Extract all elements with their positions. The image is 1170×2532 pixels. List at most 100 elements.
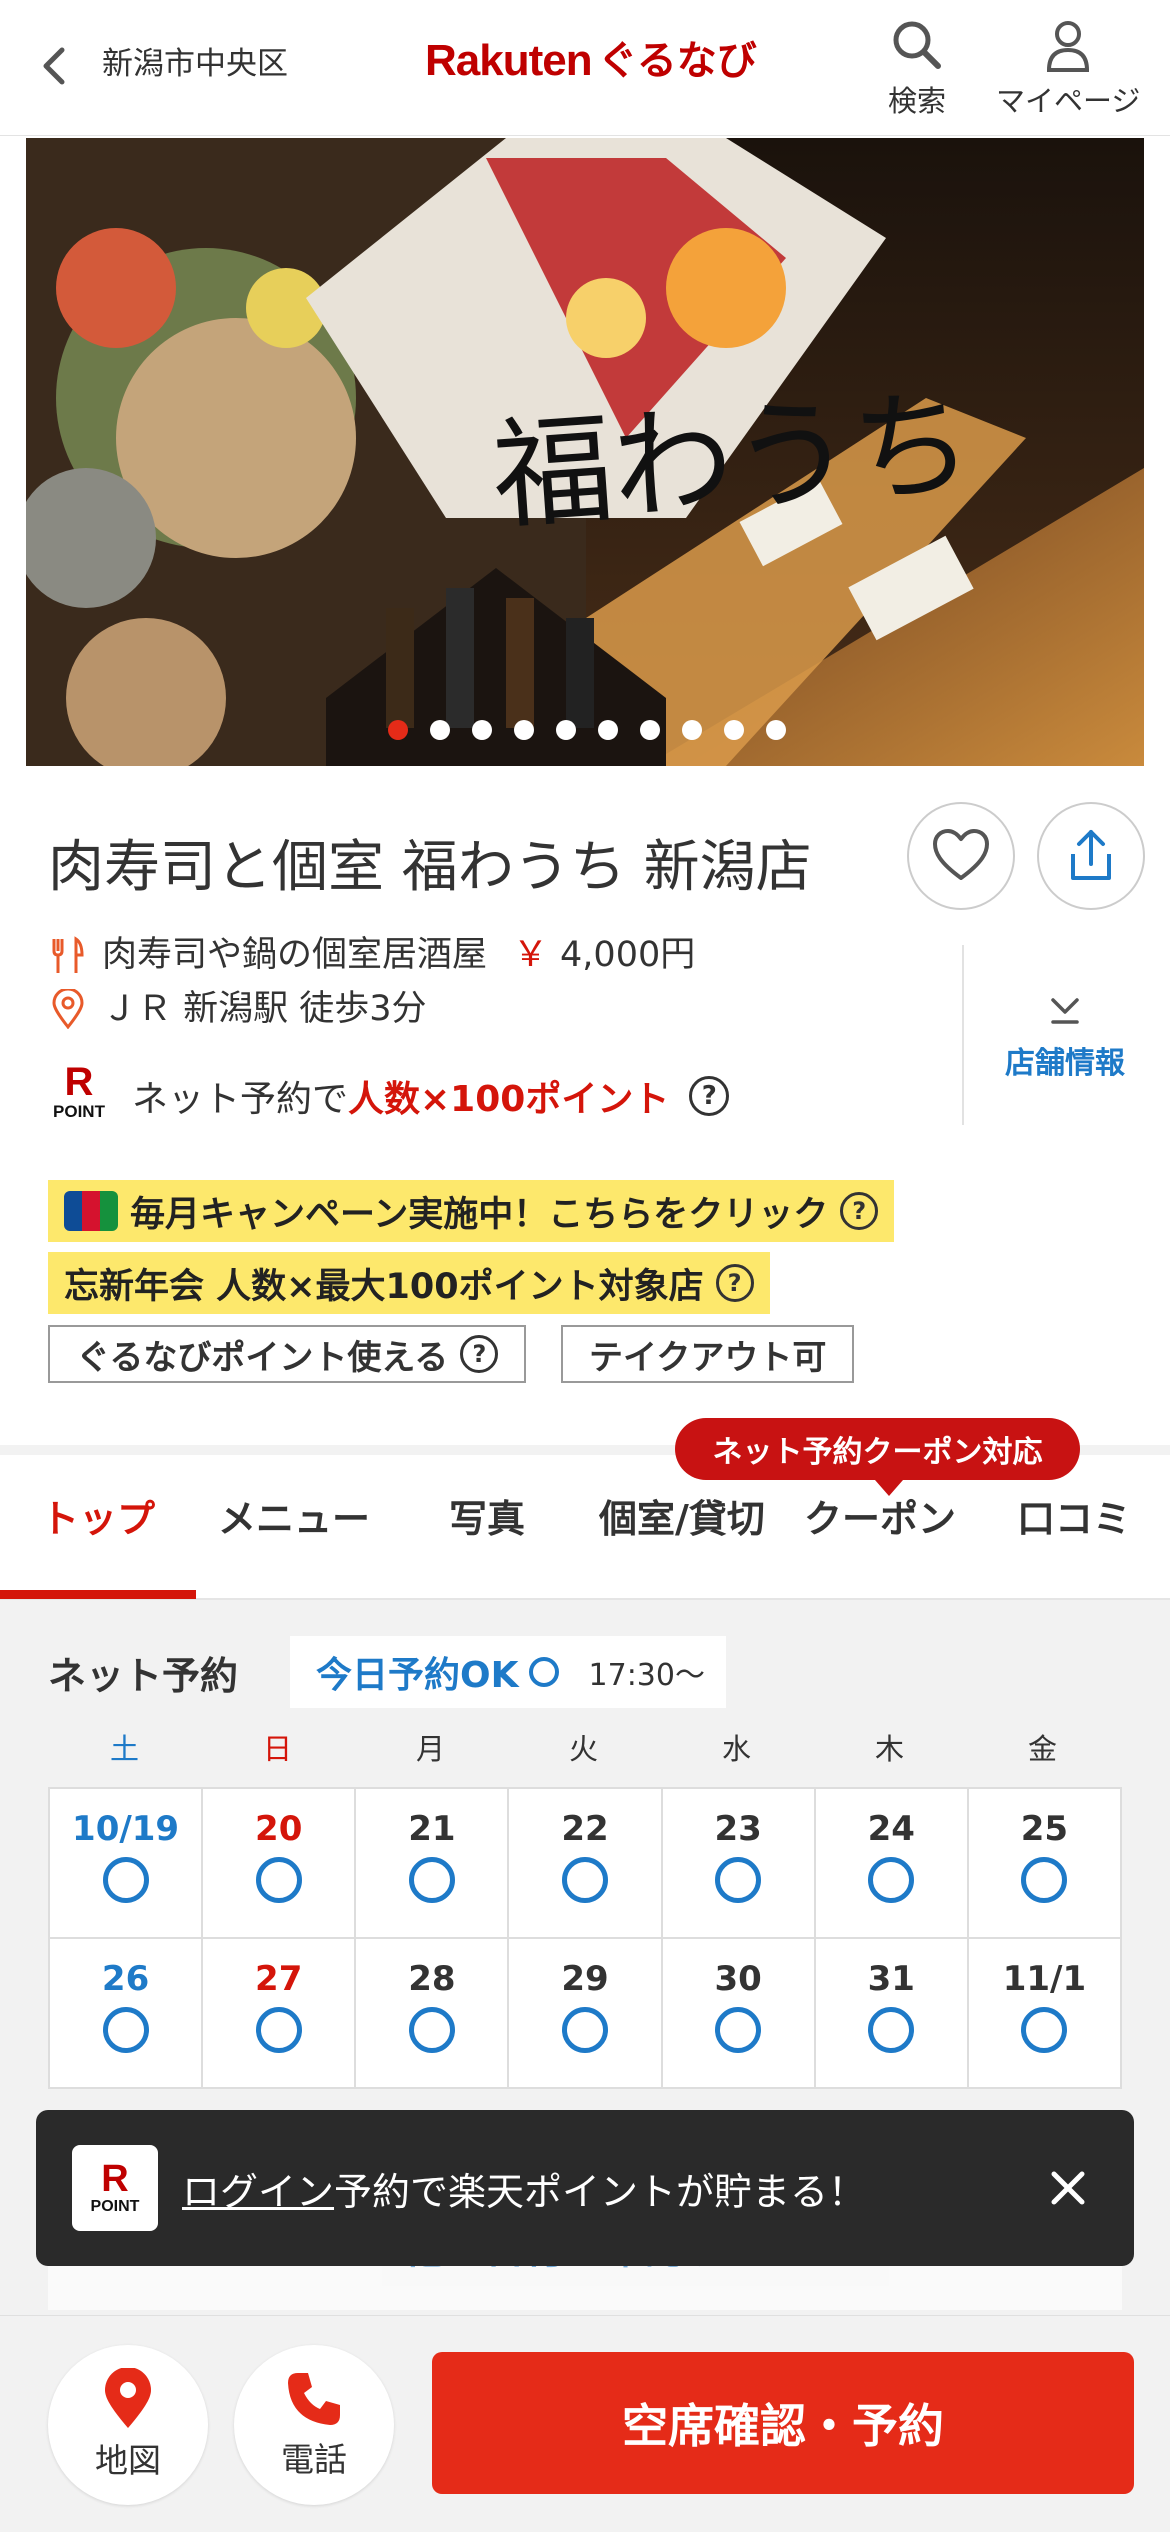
login-link[interactable]: ログイン [182,2170,334,2214]
available-icon [255,1857,302,1903]
today-ok-label: 今日予約OK [316,1655,519,1696]
carousel-dot[interactable] [766,720,786,740]
carousel-dot[interactable] [514,720,534,740]
calendar-day[interactable]: 10/19 [50,1789,202,1937]
tab-private-rooms[interactable]: 個室/貸切 [582,1488,782,1543]
photo-carousel[interactable]: 福わうち [26,138,1144,766]
calendar-day[interactable]: 23 [662,1789,814,1937]
date-label: 22 [561,1809,609,1849]
shop-name: 肉寿司と個室 福わうち 新潟店 [48,835,812,900]
carousel-dot[interactable] [598,720,618,740]
carousel-dot[interactable] [724,720,744,740]
user-icon [1047,21,1090,72]
bonenkai-label: 忘新年会 人数×最大100ポイント対象店 [64,1266,704,1307]
phone-icon [288,2373,340,2425]
gurunavi-point-tag[interactable]: ぐるなびポイント使える ? [48,1325,527,1383]
weekday-tue: 火 [568,1732,598,1766]
points-highlight: 人数×100ポイント [348,1079,670,1120]
calendar-day[interactable]: 22 [509,1789,661,1937]
close-icon [1051,2171,1085,2205]
date-label: 21 [408,1809,456,1849]
help-icon[interactable]: ? [840,1192,879,1230]
available-icon [528,1657,559,1687]
calendar-day[interactable]: 26 [50,1939,202,2087]
carousel-dot[interactable] [472,720,492,740]
available-icon [408,2007,455,2053]
carousel-dot[interactable] [388,720,408,740]
carousel-indicator [26,720,1144,740]
back-button[interactable] [30,36,80,96]
tab-coupon[interactable]: クーポン [782,1488,978,1543]
rakuten-point-icon: R POINT [48,1062,110,1130]
map-pin-icon [48,989,88,1029]
favorite-button[interactable] [907,802,1015,910]
calendar-day[interactable]: 25 [968,1789,1120,1937]
tab-menu[interactable]: メニュー [196,1488,392,1543]
tab-top[interactable]: トップ [0,1488,196,1543]
chevron-left-icon [43,47,65,85]
available-icon [102,1857,149,1903]
yen-icon: ￥ [513,935,549,975]
available-icon [868,1857,915,1903]
phone-button[interactable]: 電話 [234,2345,394,2505]
date-label: 20 [255,1809,303,1849]
share-icon [1071,830,1111,880]
carousel-dot[interactable] [556,720,576,740]
map-button[interactable]: 地図 [48,2345,208,2505]
app-header: 新潟市中央区 Rakuten ぐるなび 検索 マイページ [0,0,1170,136]
calendar-day[interactable]: 24 [815,1789,967,1937]
tab-reviews[interactable]: 口コミ [978,1488,1170,1543]
calendar-day[interactable]: 20 [203,1789,355,1937]
bonenkai-tag[interactable]: 忘新年会 人数×最大100ポイント対象店 ? [48,1252,770,1314]
today-availability[interactable]: 今日予約OK 17:30〜 [290,1636,726,1708]
campaign-tag[interactable]: 毎月キャンペーン実施中！こちらをクリック ? [48,1180,895,1242]
reserve-button[interactable]: 空席確認・予約 [432,2352,1134,2494]
login-toast: R POINT ログイン予約で楽天ポイントが貯まる！ [36,2110,1134,2266]
mypage-button[interactable]: マイページ [996,16,1140,120]
calendar-day[interactable]: 31 [815,1939,967,2087]
weekday-thu: 木 [874,1732,904,1766]
available-icon [255,2007,302,2053]
tab-photos[interactable]: 写真 [392,1488,582,1543]
gurunavi-logo[interactable]: Rakuten ぐるなび [425,26,757,86]
calendar-day[interactable]: 29 [509,1939,661,2087]
carousel-dot[interactable] [640,720,660,740]
shop-genre: 肉寿司や鍋の個室居酒屋 [102,935,488,975]
reservation-title: ネット予約 [48,1654,239,1698]
takeout-label: テイクアウト可 [589,1337,827,1378]
campaign-label: 毎月キャンペーン実施中！こちらをクリック [130,1194,829,1235]
map-label: 地図 [95,2441,161,2480]
calendar-day[interactable]: 21 [356,1789,508,1937]
calendar-day[interactable]: 28 [356,1939,508,2087]
help-icon[interactable]: ? [460,1335,499,1373]
search-button[interactable]: 検索 [888,16,946,120]
jcb-icon [64,1191,118,1231]
rakuten-point-icon: R POINT [72,2145,158,2231]
calendar-day[interactable]: 30 [662,1939,814,2087]
map-pin-icon [105,2368,151,2428]
carousel-dot[interactable] [682,720,702,740]
calendar-day[interactable]: 27 [203,1939,355,2087]
shop-info-label: 店舗情報 [1005,1046,1125,1081]
takeout-tag: テイクアウト可 [561,1325,855,1383]
active-tab-indicator [0,1590,196,1599]
calendar-grid: 10/19 20 21 22 23 24 25 26 27 28 29 30 3… [48,1787,1122,2089]
fork-knife-icon [48,935,88,975]
area-breadcrumb[interactable]: 新潟市中央区 [102,42,288,86]
weekday-sun: 日 [262,1732,292,1766]
available-icon [561,1857,608,1903]
logo-rakuten-text: Rakuten [425,36,593,85]
carousel-dot[interactable] [430,720,450,740]
shop-info-button[interactable]: 店舗情報 [980,990,1150,1082]
toast-message: ログイン予約で楽天ポイントが貯まる！ [182,2161,866,2216]
date-label: 11/1 [1002,1959,1087,1999]
date-label: 10/19 [72,1809,180,1849]
help-icon[interactable]: ? [715,1264,754,1302]
share-button[interactable] [1037,802,1145,910]
close-button[interactable] [1038,2158,1098,2218]
divider [962,945,964,1125]
logo-gurunavi-text: ぐるなび [597,38,757,84]
weekday-mon: 月 [415,1732,445,1766]
help-icon[interactable]: ? [689,1076,730,1116]
calendar-day[interactable]: 11/1 [968,1939,1120,2087]
